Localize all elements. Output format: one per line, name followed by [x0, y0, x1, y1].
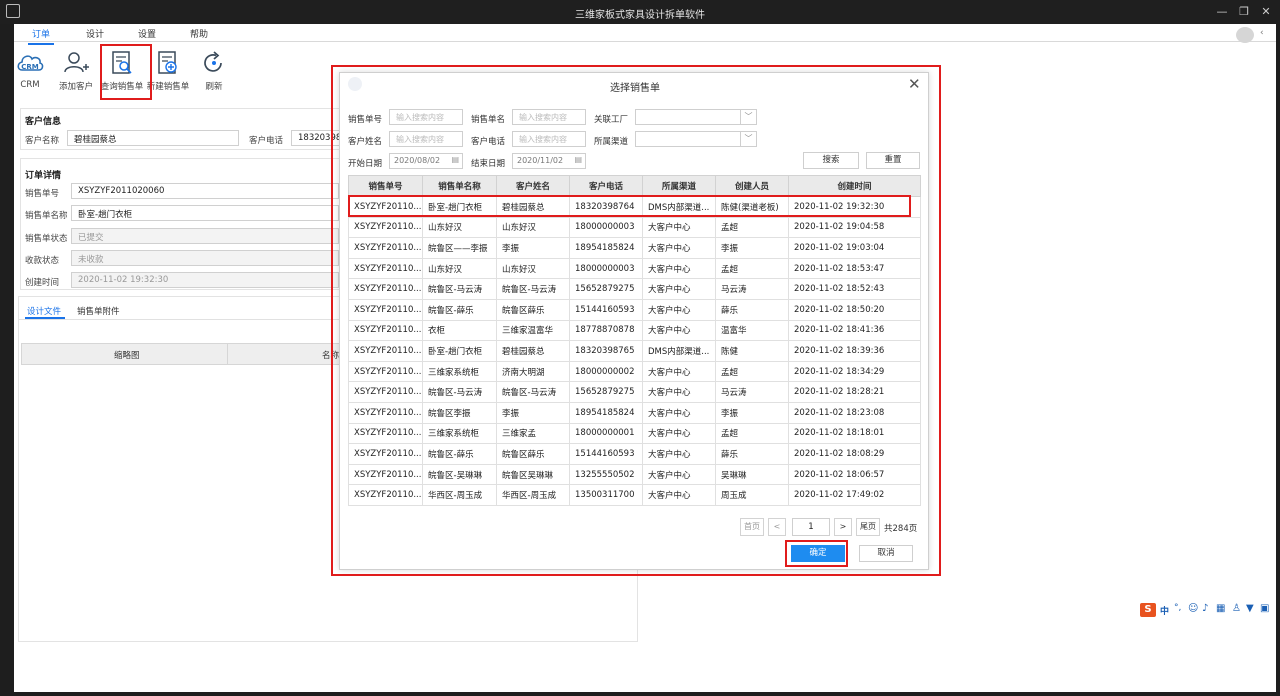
refresh-button[interactable]: 刷新 — [192, 48, 236, 96]
avatar[interactable] — [1236, 27, 1254, 43]
ime-toolbar[interactable]: S 中 °, ☺ ♪ ▦ ♙ ▼ ▣ — [1140, 603, 1276, 619]
refresh-icon — [204, 51, 222, 72]
title-bar: 三维家板式家具设计拆单软件 — ❐ ✕ — [0, 0, 1280, 24]
order-no-label: 销售单号 — [25, 189, 60, 199]
customer-info-panel: 客户信息 客户名称 碧桂园蔡总 客户电话 18320398 — [20, 108, 341, 150]
created-time-field: 2020-11-02 19:32:30 — [71, 272, 339, 288]
refresh-label: 刷新 — [205, 82, 223, 92]
tab-settings[interactable]: 设置 — [138, 27, 156, 40]
created-time-label: 创建时间 — [25, 278, 60, 288]
menu-bar: 订单 设计 设置 帮助 ‹ — [14, 24, 1276, 45]
customer-name-field[interactable]: 碧桂园蔡总 — [67, 130, 239, 146]
order-detail-title: 订单详情 — [25, 171, 62, 181]
tab-design[interactable]: 设计 — [86, 27, 104, 40]
window-title: 三维家板式家具设计拆单软件 — [575, 10, 705, 21]
app-window: 三维家板式家具设计拆单软件 — ❐ ✕ 订单 设计 设置 帮助 ‹ CRM CR… — [0, 0, 1280, 696]
highlight-confirm-button — [785, 540, 848, 567]
keyboard-icon[interactable]: ▦ — [1216, 603, 1225, 614]
new-sales-label: 新建销售单 — [146, 82, 190, 92]
order-status-field: 已提交 — [71, 228, 339, 244]
tab-sales-attachments[interactable]: 销售单附件 — [77, 305, 120, 317]
customer-info-title: 客户信息 — [25, 117, 62, 127]
order-status-label: 销售单状态 — [25, 234, 68, 244]
payment-status-label: 收款状态 — [25, 256, 60, 266]
tab-help[interactable]: 帮助 — [190, 27, 208, 40]
crm-label: CRM — [20, 80, 40, 90]
svg-text:CRM: CRM — [21, 63, 39, 71]
shirt-icon[interactable]: ▼ — [1246, 603, 1254, 614]
customer-name-label: 客户名称 — [25, 136, 60, 146]
chevron-down-icon[interactable]: ‹ — [1260, 28, 1264, 38]
order-name-label: 销售单名称 — [25, 211, 68, 221]
highlight-dialog — [331, 65, 941, 576]
highlight-query-button — [100, 44, 152, 100]
punctuation-icon[interactable]: °, — [1174, 603, 1181, 613]
close-window-icon[interactable]: ✕ — [1258, 4, 1274, 20]
add-user-icon — [64, 52, 89, 73]
microphone-icon[interactable]: ♪ — [1202, 603, 1208, 614]
ime-mode-label: 中 — [1160, 607, 1170, 617]
maximize-icon[interactable]: ❐ — [1236, 4, 1252, 20]
column-divider — [227, 344, 228, 364]
thumbnail-column-header: 缩略图 — [114, 351, 140, 361]
new-sales-button[interactable]: 新建销售单 — [146, 48, 190, 96]
customer-phone-label: 客户电话 — [249, 136, 284, 146]
tab-design-files[interactable]: 设计文件 — [27, 305, 61, 317]
tab-indicator — [25, 317, 65, 319]
skin-icon[interactable]: ♙ — [1232, 603, 1241, 614]
payment-status-field: 未收款 — [71, 250, 339, 266]
order-name-field[interactable]: 卧室-趟门衣柜 — [71, 205, 339, 221]
sogou-logo-icon: S — [1140, 603, 1156, 617]
minimize-icon[interactable]: — — [1214, 4, 1230, 20]
crm-button[interactable]: CRM CRM — [8, 48, 52, 96]
crm-cloud-icon: CRM — [17, 55, 44, 71]
new-document-icon — [158, 51, 177, 74]
add-customer-label: 添加客户 — [58, 82, 93, 92]
tab-order[interactable]: 订单 — [27, 27, 55, 45]
order-detail-panel: 订单详情 销售单号 XSYZYF2011020060 销售单名称 卧室-趟门衣柜… — [20, 158, 340, 290]
order-no-field[interactable]: XSYZYF2011020060 — [71, 183, 339, 199]
highlight-selected-row — [348, 195, 911, 217]
menu-grid-icon[interactable]: ▣ — [1260, 603, 1269, 614]
emoji-icon[interactable]: ☺ — [1188, 603, 1198, 614]
add-customer-button[interactable]: 添加客户 — [54, 48, 98, 96]
